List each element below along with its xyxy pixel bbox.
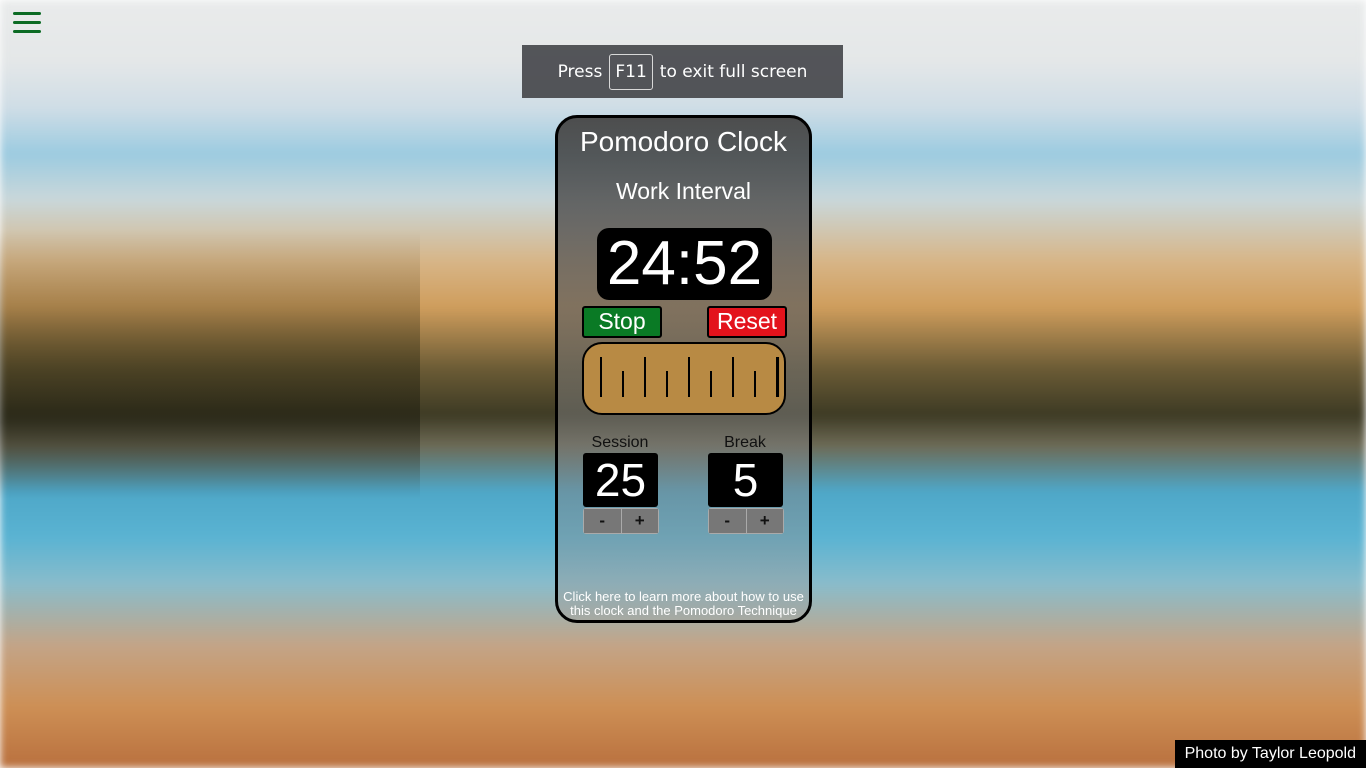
fullscreen-notice-suffix: to exit full screen (659, 61, 808, 82)
learn-more-link[interactable]: Click here to learn more about how to us… (562, 590, 805, 618)
clock-title: Pomodoro Clock (580, 126, 787, 157)
reset-button[interactable]: Reset (707, 306, 787, 338)
ruler-ticks (600, 357, 780, 397)
break-label: Break (724, 434, 766, 451)
break-increment-button[interactable]: + (745, 509, 783, 533)
stop-button[interactable]: Stop (582, 306, 662, 338)
break-stepper: - + (708, 508, 784, 534)
fullscreen-notice: Press F11 to exit full screen (522, 45, 843, 98)
session-label: Session (591, 434, 649, 451)
session-decrement-button[interactable]: - (584, 509, 621, 533)
session-stepper: - + (583, 508, 659, 534)
hamburger-menu-icon[interactable] (13, 12, 41, 34)
pomodoro-clock-panel: Pomodoro Clock Work Interval 24:52 Stop … (555, 115, 812, 623)
session-length: 25 (583, 453, 658, 507)
session-increment-button[interactable]: + (620, 509, 658, 533)
break-length: 5 (708, 453, 783, 507)
timer-display: 24:52 (597, 228, 772, 300)
progress-ruler (582, 342, 786, 415)
fullscreen-notice-prefix: Press (557, 61, 603, 82)
break-decrement-button[interactable]: - (709, 509, 746, 533)
background-shade (0, 0, 420, 768)
interval-mode-label: Work Interval (615, 178, 752, 204)
f11-key: F11 (609, 53, 653, 90)
photo-credit: Photo by Taylor Leopold (1174, 740, 1366, 768)
